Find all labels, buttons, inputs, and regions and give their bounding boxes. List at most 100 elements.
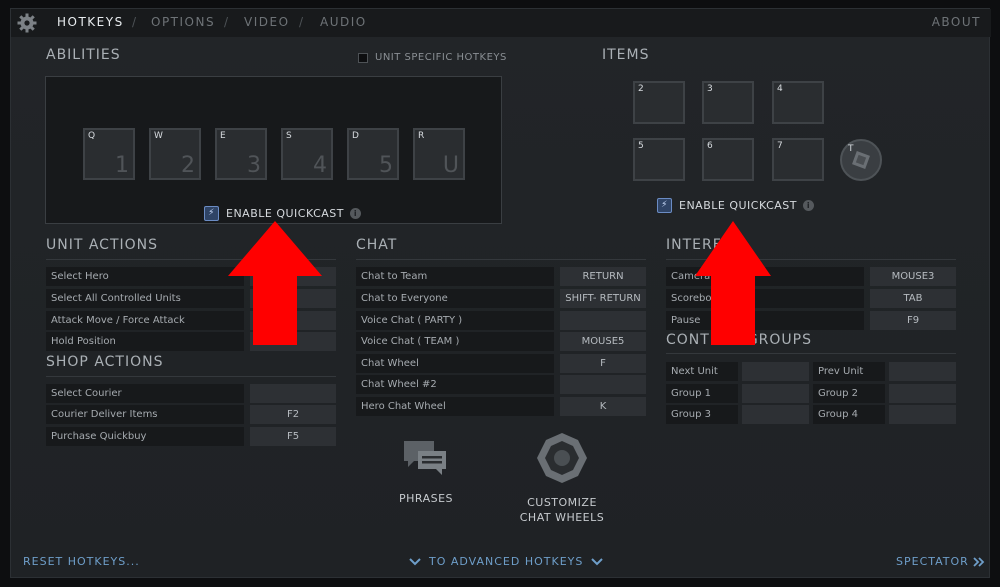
hotkey-binding[interactable]: F5 bbox=[250, 427, 336, 446]
key-letter: 7 bbox=[777, 141, 783, 151]
hotkey-row[interactable]: Chat to Team RETURN bbox=[356, 267, 646, 286]
item-quickcast-toggle[interactable]: ⚡ ENABLE QUICKCAST i bbox=[657, 198, 814, 213]
tp-scroll-slot[interactable]: T bbox=[840, 139, 882, 181]
lightning-icon: ⚡ bbox=[657, 198, 672, 213]
hotkey-binding[interactable]: K bbox=[560, 397, 646, 416]
hotkey-name: Chat to Team bbox=[356, 267, 554, 286]
hotkey-name: Select Hero bbox=[46, 267, 244, 286]
tab-options[interactable]: OPTIONS bbox=[151, 15, 215, 29]
ability-key-slot[interactable]: S4 bbox=[281, 128, 333, 180]
hotkey-row[interactable]: Group 2 bbox=[813, 384, 956, 403]
ability-key-slot[interactable]: D5 bbox=[347, 128, 399, 180]
hotkey-name: Voice Chat ( TEAM ) bbox=[356, 332, 554, 351]
key-letter: 4 bbox=[777, 84, 783, 94]
hotkey-row[interactable]: Next Unit bbox=[666, 362, 809, 381]
hotkey-row[interactable]: Prev Unit bbox=[813, 362, 956, 381]
abilities-panel: Q1 W2 E3 S4 D5 RU ⚡ ENABLE QUICKCAST i bbox=[45, 76, 502, 224]
hotkey-row[interactable]: Purchase Quickbuy F5 bbox=[46, 427, 336, 446]
hotkey-binding[interactable]: SHIFT- RETURN bbox=[560, 289, 646, 308]
hotkey-name: Voice Chat ( PARTY ) bbox=[356, 311, 554, 330]
item-key-slot[interactable]: 6 bbox=[702, 138, 754, 181]
hotkey-binding[interactable] bbox=[889, 405, 956, 424]
hotkey-row[interactable]: Voice Chat ( PARTY ) bbox=[356, 311, 646, 330]
tab-video[interactable]: VIDEO bbox=[244, 15, 290, 29]
key-letter: R bbox=[418, 131, 425, 141]
reset-hotkeys-link[interactable]: RESET HOTKEYS... bbox=[23, 555, 140, 568]
item-key-slot[interactable]: 5 bbox=[633, 138, 685, 181]
hotkey-name: Purchase Quickbuy bbox=[46, 427, 244, 446]
hotkey-name: Group 3 bbox=[666, 405, 738, 424]
hotkey-row[interactable]: Voice Chat ( TEAM ) MOUSE5 bbox=[356, 332, 646, 351]
item-key-slot[interactable]: 3 bbox=[702, 81, 754, 124]
slot-number: 2 bbox=[181, 153, 195, 178]
hotkey-name: Courier Deliver Items bbox=[46, 405, 244, 424]
hotkey-row[interactable]: Chat Wheel #2 bbox=[356, 375, 646, 394]
checkbox-box[interactable] bbox=[358, 52, 368, 63]
hotkey-name: Chat Wheel #2 bbox=[356, 375, 554, 394]
advanced-hotkeys-link[interactable]: TO ADVANCED HOTKEYS bbox=[409, 555, 604, 568]
item-key-slot[interactable]: 7 bbox=[772, 138, 824, 181]
hotkey-row[interactable]: Courier Deliver Items F2 bbox=[46, 405, 336, 424]
info-icon[interactable]: i bbox=[802, 200, 814, 211]
ability-key-slot[interactable]: Q1 bbox=[83, 128, 135, 180]
hotkeys-panel: HOTKEYS / OPTIONS / VIDEO / AUDIO ABOUT … bbox=[10, 8, 991, 578]
phrases-button[interactable]: PHRASES bbox=[386, 437, 466, 506]
hotkey-binding[interactable] bbox=[742, 384, 809, 403]
hotkey-name: Next Unit bbox=[666, 362, 738, 381]
key-letter: 2 bbox=[638, 84, 644, 94]
hotkey-name: Group 2 bbox=[813, 384, 885, 403]
divider bbox=[666, 353, 956, 354]
hotkey-binding[interactable]: F2 bbox=[250, 405, 336, 424]
hotkey-name: Attack Move / Force Attack bbox=[46, 311, 244, 330]
ability-key-slot[interactable]: E3 bbox=[215, 128, 267, 180]
tab-separator: / bbox=[132, 15, 137, 29]
hotkey-row[interactable]: Chat to Everyone SHIFT- RETURN bbox=[356, 289, 646, 308]
info-icon[interactable]: i bbox=[349, 208, 361, 219]
hotkey-row[interactable]: Hero Chat Wheel K bbox=[356, 397, 646, 416]
chat-title: CHAT bbox=[356, 237, 398, 253]
key-letter: 6 bbox=[707, 141, 713, 151]
hotkey-binding[interactable]: MOUSE5 bbox=[560, 332, 646, 351]
ability-key-slot[interactable]: W2 bbox=[149, 128, 201, 180]
tab-audio[interactable]: AUDIO bbox=[320, 15, 367, 29]
key-letter: S bbox=[286, 131, 292, 141]
unit-actions-title: UNIT ACTIONS bbox=[46, 237, 159, 253]
customize-chat-wheels-button[interactable]: CUSTOMIZE CHAT WHEELS bbox=[516, 431, 608, 525]
spectator-link[interactable]: SPECTATOR bbox=[896, 555, 985, 568]
hotkey-binding[interactable]: RETURN bbox=[560, 267, 646, 286]
about-link[interactable]: ABOUT bbox=[932, 15, 981, 29]
tp-scroll-icon bbox=[852, 151, 870, 169]
hotkey-binding[interactable]: F bbox=[560, 354, 646, 373]
hotkey-binding[interactable] bbox=[560, 311, 646, 330]
unit-specific-hotkeys-checkbox[interactable]: UNIT SPECIFIC HOTKEYS bbox=[358, 52, 507, 63]
divider bbox=[46, 376, 336, 377]
hotkey-row[interactable]: Select Courier bbox=[46, 384, 336, 403]
hotkey-binding[interactable] bbox=[560, 375, 646, 394]
ability-key-slot[interactable]: RU bbox=[413, 128, 465, 180]
hotkey-row[interactable]: Group 1 bbox=[666, 384, 809, 403]
item-key-slot[interactable]: 4 bbox=[772, 81, 824, 124]
key-letter: 3 bbox=[707, 84, 713, 94]
chevron-down-icon bbox=[409, 557, 421, 565]
item-key-slot[interactable]: 2 bbox=[633, 81, 685, 124]
slot-number: 5 bbox=[379, 153, 393, 178]
hotkey-row[interactable]: Group 4 bbox=[813, 405, 956, 424]
double-chevron-right-icon bbox=[973, 556, 985, 567]
hotkey-row[interactable]: Chat Wheel F bbox=[356, 354, 646, 373]
hotkey-binding[interactable] bbox=[742, 362, 809, 381]
hotkey-binding[interactable]: MOUSE3 bbox=[870, 267, 956, 286]
hotkey-binding[interactable]: TAB bbox=[870, 289, 956, 308]
gear-icon[interactable] bbox=[17, 13, 37, 33]
ability-quickcast-toggle[interactable]: ⚡ ENABLE QUICKCAST i bbox=[204, 206, 361, 221]
hotkey-row[interactable]: Group 3 bbox=[666, 405, 809, 424]
chat-wheel-icon bbox=[537, 433, 587, 483]
hotkey-binding[interactable] bbox=[889, 362, 956, 381]
hotkey-binding[interactable] bbox=[742, 405, 809, 424]
hotkey-binding[interactable] bbox=[889, 384, 956, 403]
advanced-hotkeys-label: TO ADVANCED HOTKEYS bbox=[429, 555, 584, 568]
key-letter: T bbox=[848, 144, 854, 154]
tab-hotkeys[interactable]: HOTKEYS bbox=[57, 15, 124, 29]
hotkey-binding[interactable] bbox=[250, 384, 336, 403]
slot-number: 4 bbox=[313, 153, 327, 178]
hotkey-binding[interactable]: F9 bbox=[870, 311, 956, 330]
